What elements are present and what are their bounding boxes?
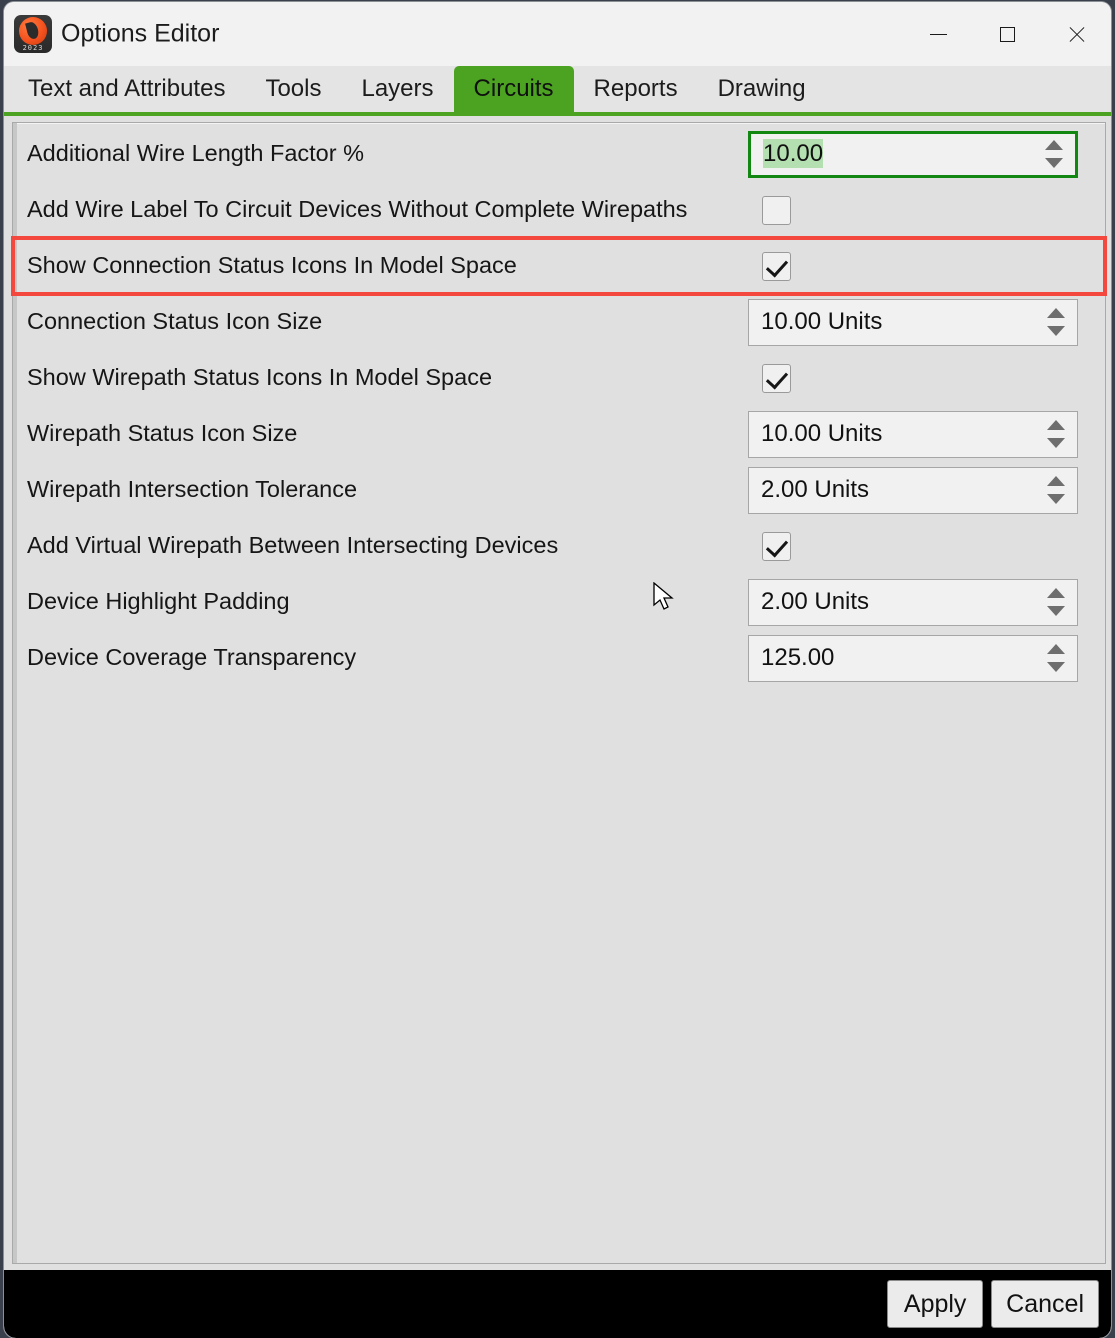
cancel-button[interactable]: Cancel bbox=[991, 1280, 1099, 1328]
option-label: Add Virtual Wirepath Between Intersectin… bbox=[27, 532, 559, 559]
spinner-down-icon[interactable] bbox=[1047, 326, 1065, 336]
spinner-up-icon[interactable] bbox=[1047, 476, 1065, 486]
spinner-up-icon[interactable] bbox=[1047, 644, 1065, 654]
spinner-down-icon[interactable] bbox=[1047, 494, 1065, 504]
screen: 2023 Options Editor Text and Attributes T… bbox=[0, 0, 1115, 1338]
numeric-spinner[interactable]: 125.00 bbox=[748, 634, 1078, 682]
option-row: Wirepath Status Icon Size 10.00 Units bbox=[13, 406, 1105, 462]
app-logo-icon: 2023 bbox=[14, 15, 52, 53]
option-control: 2.00 Units bbox=[748, 466, 1093, 514]
maximize-icon bbox=[1000, 26, 1015, 42]
numeric-spinner[interactable]: 10.00 bbox=[748, 130, 1078, 178]
option-label: Wirepath Status Icon Size bbox=[27, 420, 298, 447]
option-label: Show Connection Status Icons In Model Sp… bbox=[27, 252, 517, 279]
window-controls bbox=[904, 2, 1111, 66]
option-row: Device Coverage Transparency 125.00 bbox=[13, 630, 1105, 686]
checkbox[interactable] bbox=[762, 363, 791, 393]
option-row: Additional Wire Length Factor % 10.00 bbox=[13, 126, 1105, 182]
tab-bar: Text and Attributes Tools Layers Circuits Re… bbox=[4, 66, 1111, 116]
spinner-up-icon[interactable] bbox=[1047, 420, 1065, 430]
selected-text: 10.00 bbox=[763, 139, 824, 168]
window-title: Options Editor bbox=[61, 19, 220, 48]
spinner-up-icon[interactable] bbox=[1047, 308, 1065, 318]
option-label: Device Highlight Padding bbox=[27, 588, 290, 615]
option-label: Add Wire Label To Circuit Devices Withou… bbox=[27, 196, 688, 223]
option-label: Show Wirepath Status Icons In Model Spac… bbox=[27, 364, 493, 391]
numeric-spinner[interactable]: 2.00 Units bbox=[748, 578, 1078, 626]
spinner-value[interactable]: 2.00 Units bbox=[749, 476, 869, 504]
spinner-value[interactable]: 10.00 Units bbox=[749, 308, 882, 336]
options-content: Additional Wire Length Factor % 10.00 Add … bbox=[4, 116, 1111, 1270]
title-bar: 2023 Options Editor bbox=[4, 2, 1111, 66]
options-panel: Additional Wire Length Factor % 10.00 Add … bbox=[11, 122, 1107, 1264]
app-logo-year: 2023 bbox=[22, 44, 44, 52]
checkbox[interactable] bbox=[762, 251, 791, 281]
spinner-up-icon[interactable] bbox=[1045, 140, 1063, 150]
spinner-down-icon[interactable] bbox=[1047, 438, 1065, 448]
spinner-down-icon[interactable] bbox=[1047, 606, 1065, 616]
option-control: 10.00 bbox=[748, 130, 1093, 178]
tab-drawing[interactable]: Drawing bbox=[698, 66, 826, 112]
tab-reports[interactable]: Reports bbox=[574, 66, 698, 112]
option-label: Device Coverage Transparency bbox=[27, 644, 357, 671]
spinner-arrows bbox=[1045, 468, 1067, 513]
spinner-down-icon[interactable] bbox=[1045, 158, 1063, 168]
option-label: Connection Status Icon Size bbox=[27, 308, 323, 335]
tab-circuits[interactable]: Circuits bbox=[453, 66, 574, 112]
options-list: Additional Wire Length Factor % 10.00 Add … bbox=[11, 123, 1107, 686]
spinner-arrows bbox=[1045, 412, 1067, 457]
spinner-up-icon[interactable] bbox=[1047, 588, 1065, 598]
option-row: Add Virtual Wirepath Between Intersectin… bbox=[13, 518, 1105, 574]
option-control bbox=[748, 251, 1093, 281]
option-row: Show Connection Status Icons In Model Sp… bbox=[11, 236, 1107, 296]
numeric-spinner[interactable]: 2.00 Units bbox=[748, 466, 1078, 514]
option-control: 125.00 bbox=[748, 634, 1093, 682]
option-control: 2.00 Units bbox=[748, 578, 1093, 626]
spinner-arrows bbox=[1045, 580, 1067, 625]
option-row: Wirepath Intersection Tolerance 2.00 Unit… bbox=[13, 462, 1105, 518]
close-button[interactable] bbox=[1042, 2, 1111, 66]
numeric-spinner[interactable]: 10.00 Units bbox=[748, 298, 1078, 346]
option-row: Device Highlight Padding 2.00 Units bbox=[13, 574, 1105, 630]
option-row: Connection Status Icon Size 10.00 Units bbox=[13, 294, 1105, 350]
checkbox[interactable] bbox=[762, 531, 791, 561]
minimize-button[interactable] bbox=[904, 2, 973, 66]
option-row: Add Wire Label To Circuit Devices Withou… bbox=[13, 182, 1105, 238]
numeric-spinner[interactable]: 10.00 Units bbox=[748, 410, 1078, 458]
spinner-down-icon[interactable] bbox=[1047, 662, 1065, 672]
close-icon bbox=[1068, 26, 1085, 43]
option-label: Wirepath Intersection Tolerance bbox=[27, 476, 358, 503]
maximize-button[interactable] bbox=[973, 2, 1042, 66]
minimize-icon bbox=[930, 33, 947, 35]
option-row: Show Wirepath Status Icons In Model Spac… bbox=[13, 350, 1105, 406]
option-control: 10.00 Units bbox=[748, 410, 1093, 458]
option-control: 10.00 Units bbox=[748, 298, 1093, 346]
option-label: Additional Wire Length Factor % bbox=[27, 140, 364, 167]
spinner-arrows bbox=[1045, 300, 1067, 345]
tab-text-and-attributes[interactable]: Text and Attributes bbox=[8, 66, 245, 112]
spinner-arrows bbox=[1045, 636, 1067, 681]
dialog-footer: Apply Cancel bbox=[4, 1270, 1111, 1338]
options-editor-window: 2023 Options Editor Text and Attributes T… bbox=[4, 2, 1111, 1338]
spinner-value[interactable]: 125.00 bbox=[749, 644, 834, 672]
tab-layers[interactable]: Layers bbox=[341, 66, 453, 112]
option-control bbox=[748, 195, 1093, 225]
spinner-value[interactable]: 10.00 bbox=[751, 139, 824, 168]
option-control bbox=[748, 531, 1093, 561]
spinner-value[interactable]: 2.00 Units bbox=[749, 588, 869, 616]
spinner-value[interactable]: 10.00 Units bbox=[749, 420, 882, 448]
tab-tools[interactable]: Tools bbox=[245, 66, 341, 112]
checkbox[interactable] bbox=[762, 195, 791, 225]
spinner-arrows bbox=[1043, 134, 1065, 175]
apply-button[interactable]: Apply bbox=[887, 1280, 984, 1328]
option-control bbox=[748, 363, 1093, 393]
